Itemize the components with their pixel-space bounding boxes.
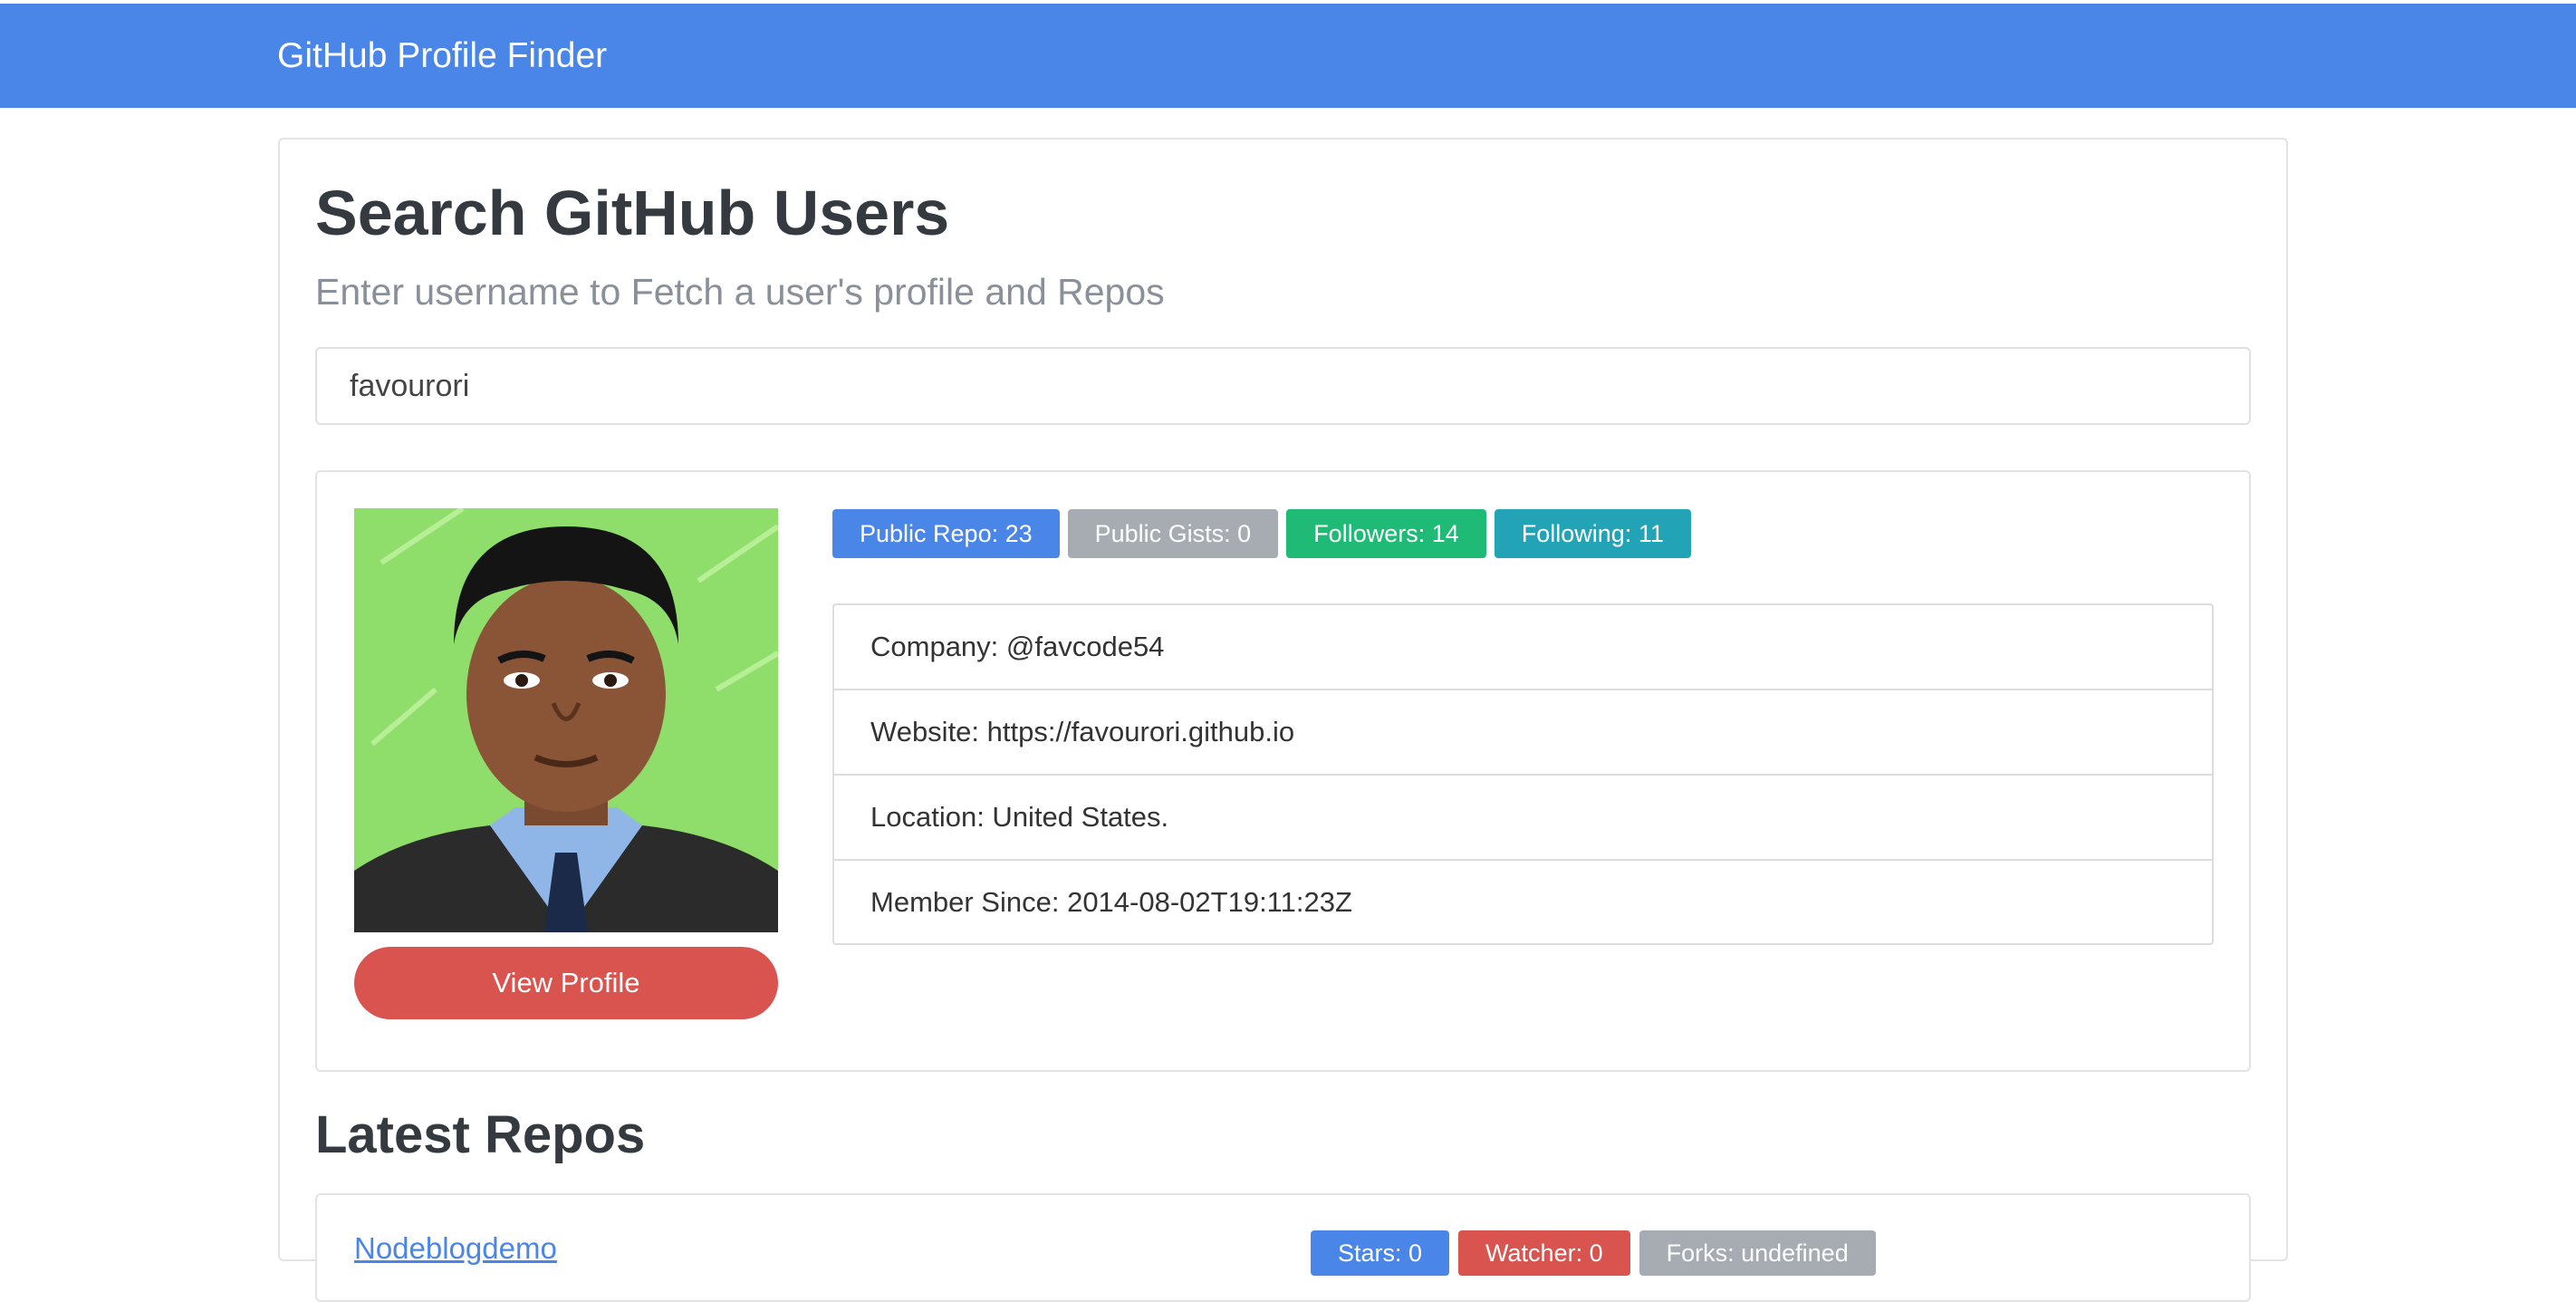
view-profile-button[interactable]: View Profile bbox=[354, 947, 778, 1019]
repo-stars-badge: Stars: 0 bbox=[1311, 1230, 1450, 1276]
followers-badge: Followers: 14 bbox=[1286, 509, 1486, 558]
repo-forks-badge: Forks: undefined bbox=[1639, 1230, 1876, 1276]
company-item: Company: @favcode54 bbox=[834, 605, 2212, 690]
public-gists-badge: Public Gists: 0 bbox=[1067, 509, 1279, 558]
page-title: Search GitHub Users bbox=[315, 178, 950, 248]
location-item: Location: United States. bbox=[834, 776, 2212, 861]
profile-stats-badges: Public Repo: 23 Public Gists: 0 Follower… bbox=[832, 509, 1691, 558]
navbar-brand[interactable]: GitHub Profile Finder bbox=[277, 4, 607, 108]
page-subtitle: Enter username to Fetch a user's profile… bbox=[315, 271, 1165, 313]
avatar-image bbox=[354, 508, 778, 932]
username-search-input[interactable] bbox=[315, 347, 2251, 425]
public-repos-badge: Public Repo: 23 bbox=[832, 509, 1060, 558]
repo-stats-badges: Stars: 0 Watcher: 0 Forks: undefined bbox=[1311, 1230, 1876, 1276]
avatar bbox=[354, 508, 778, 932]
navbar: GitHub Profile Finder bbox=[0, 4, 2576, 108]
repo-link[interactable]: Nodeblogdemo bbox=[354, 1230, 557, 1267]
website-item: Website: https://favourori.github.io bbox=[834, 690, 2212, 776]
latest-repos-heading: Latest Repos bbox=[315, 1105, 646, 1164]
following-badge: Following: 11 bbox=[1494, 509, 1691, 558]
member-since-item: Member Since: 2014-08-02T19:11:23Z bbox=[870, 886, 1352, 918]
profile-details-list: Company: @favcode54 Website: https://fav… bbox=[832, 603, 2214, 945]
repo-card bbox=[315, 1193, 2251, 1302]
repo-watchers-badge: Watcher: 0 bbox=[1458, 1230, 1630, 1276]
